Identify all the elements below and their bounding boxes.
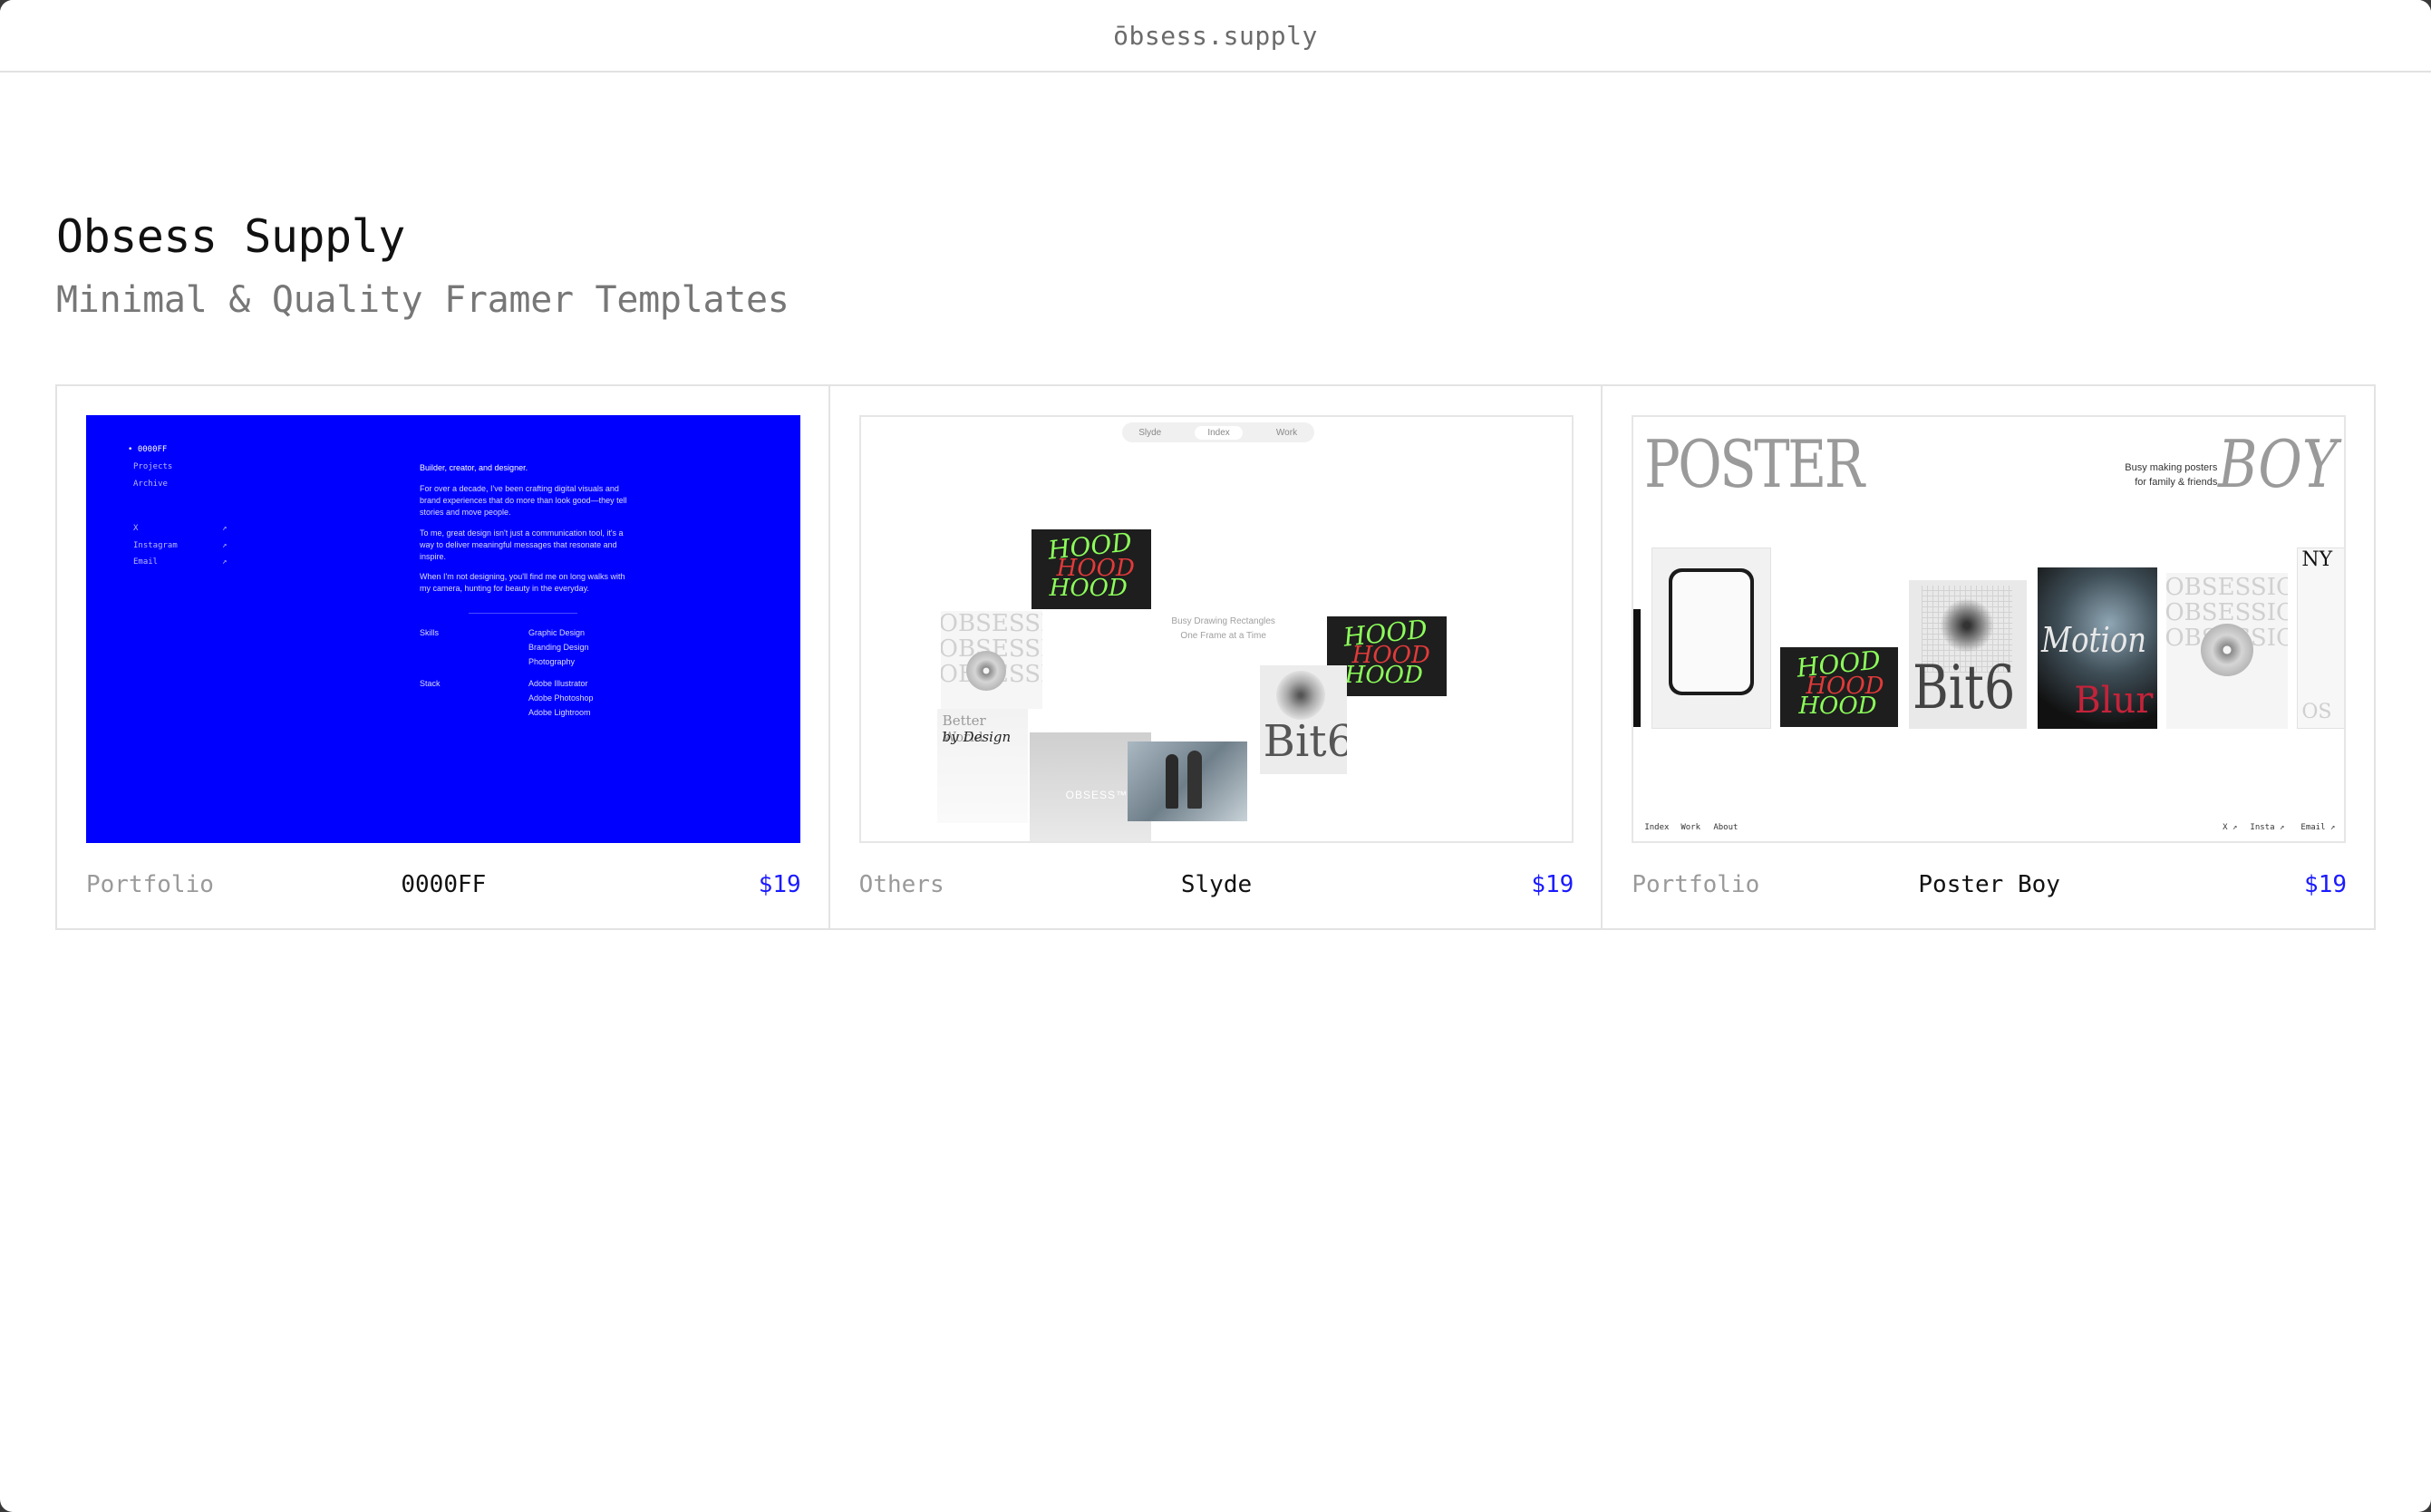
obsession-poster: OBSESSION OBSESSION OBSESSION: [940, 611, 1042, 709]
template-price: $19: [758, 871, 801, 898]
preview-link-email: Email: [133, 557, 159, 567]
preview-tagline: Busy making posters: [2125, 462, 2218, 473]
template-card-poster-boy[interactable]: POSTER BOY Busy making posters for famil…: [1603, 386, 2374, 928]
phone-mockup: [1651, 548, 1772, 729]
arrow-icon: ↗: [222, 541, 228, 550]
ny-poster: NY OS: [2297, 548, 2345, 729]
preview-tab: Work: [1275, 427, 1298, 438]
template-name[interactable]: Poster Boy: [1813, 871, 2165, 898]
preview-para-3: When I'm not designing, you'll find me o…: [420, 572, 625, 593]
preview-nav-work: Work: [1680, 823, 1701, 832]
preview-tagline: One Frame at a Time: [1180, 631, 1266, 641]
preview-para-2: To me, great design isn't just a communi…: [420, 528, 624, 561]
template-name[interactable]: Slyde: [1041, 871, 1393, 898]
preview-tab-active: Index: [1195, 425, 1243, 440]
template-meta: Portfolio 0000FF $19: [86, 867, 801, 903]
preview-tagline: Busy Drawing Rectangles: [1171, 616, 1275, 626]
preview-tab: Slyde: [1138, 427, 1162, 438]
preview-nav-archive: Archive: [133, 480, 168, 489]
preview-stack-label: Stack: [420, 679, 441, 688]
bit6-poster: Bit6: [1259, 665, 1347, 774]
template-preview-slyde[interactable]: Slyde Index Work HOOD HOOD HOOD HOOD HOO…: [858, 415, 1574, 843]
preview-link-email: Email ↗: [2300, 823, 2336, 832]
preview-link-x: X ↗: [2223, 823, 2238, 832]
arrow-icon: ↗: [222, 524, 228, 533]
obsession-poster: OBSESSION OBSESSION OBSESSION: [2166, 573, 2289, 729]
template-category: Portfolio: [86, 871, 214, 898]
template-preview-poster-boy[interactable]: POSTER BOY Busy making posters for famil…: [1632, 415, 2347, 843]
preview-skill: Photography: [528, 657, 576, 666]
template-category: Others: [858, 871, 944, 898]
motion-poster: Motion Blur: [2038, 567, 2158, 729]
preview-tab-pill: Slyde Index Work: [1121, 422, 1314, 442]
template-name[interactable]: 0000FF: [267, 871, 620, 898]
preview-skill: Graphic Design: [528, 628, 586, 637]
hero: Obsess Supply Minimal & Quality Framer T…: [56, 210, 789, 321]
preview-intro: Builder, creator, and designer.: [420, 463, 528, 472]
template-grid: • 0000FF Projects Archive X Instagram Em…: [55, 384, 2376, 930]
better-world-card: Better World by Design: [936, 709, 1028, 823]
divider: [469, 613, 577, 614]
arrow-icon: ↗: [222, 557, 228, 567]
preview-nav-index: Index: [1644, 823, 1670, 832]
preview-nav-about: About: [1713, 823, 1739, 832]
preview-word-boy: BOY: [2217, 426, 2338, 502]
site-name-link[interactable]: ōbsess.supply: [1113, 21, 1318, 51]
preview-stack-item: Adobe Illustrator: [528, 679, 588, 688]
preview-word-poster: POSTER: [1644, 426, 1864, 502]
preview-stack-item: Adobe Photoshop: [528, 693, 594, 703]
template-card-slyde[interactable]: Slyde Index Work HOOD HOOD HOOD HOOD HOO…: [830, 386, 1603, 928]
preview-skill: Branding Design: [528, 643, 589, 652]
preview-stack-item: Adobe Lightroom: [528, 708, 591, 717]
preview-link-x: X: [133, 524, 139, 533]
top-bar: ōbsess.supply: [0, 0, 2431, 73]
preview-tagline: for family & friends: [2135, 477, 2218, 488]
preview-skills-label: Skills: [420, 628, 440, 637]
preview-nav-projects: Projects: [133, 462, 173, 471]
template-price: $19: [2304, 871, 2348, 898]
disc-icon: [2201, 624, 2254, 676]
poster-image: HOOD HOOD HOOD: [1031, 529, 1151, 609]
page-title: Obsess Supply: [56, 210, 405, 263]
template-preview-0000ff[interactable]: • 0000FF Projects Archive X Instagram Em…: [86, 415, 800, 843]
template-card-0000ff[interactable]: • 0000FF Projects Archive X Instagram Em…: [57, 386, 830, 928]
poster-image: HOOD HOOD HOOD: [1780, 647, 1899, 727]
people-photo: [1127, 741, 1247, 821]
template-meta: Others Slyde $19: [859, 867, 1574, 903]
preview-link-instagram: Instagram: [133, 541, 178, 550]
page-subtitle: Minimal & Quality Framer Templates: [56, 279, 789, 321]
template-price: $19: [1531, 871, 1574, 898]
template-meta: Portfolio Poster Boy $19: [1632, 867, 2347, 903]
browser-window: ōbsess.supply Obsess Supply Minimal & Qu…: [0, 0, 2431, 1512]
template-category: Portfolio: [1632, 871, 1760, 898]
bit6-poster: Bit6: [1909, 580, 2028, 729]
edge-image: [1633, 609, 1642, 727]
preview-link-insta: Insta ↗: [2250, 823, 2285, 832]
disc-icon: [965, 651, 1006, 691]
preview-para-1: For over a decade, I've been crafting di…: [420, 484, 627, 517]
preview-nav-active: • 0000FF: [128, 445, 168, 454]
